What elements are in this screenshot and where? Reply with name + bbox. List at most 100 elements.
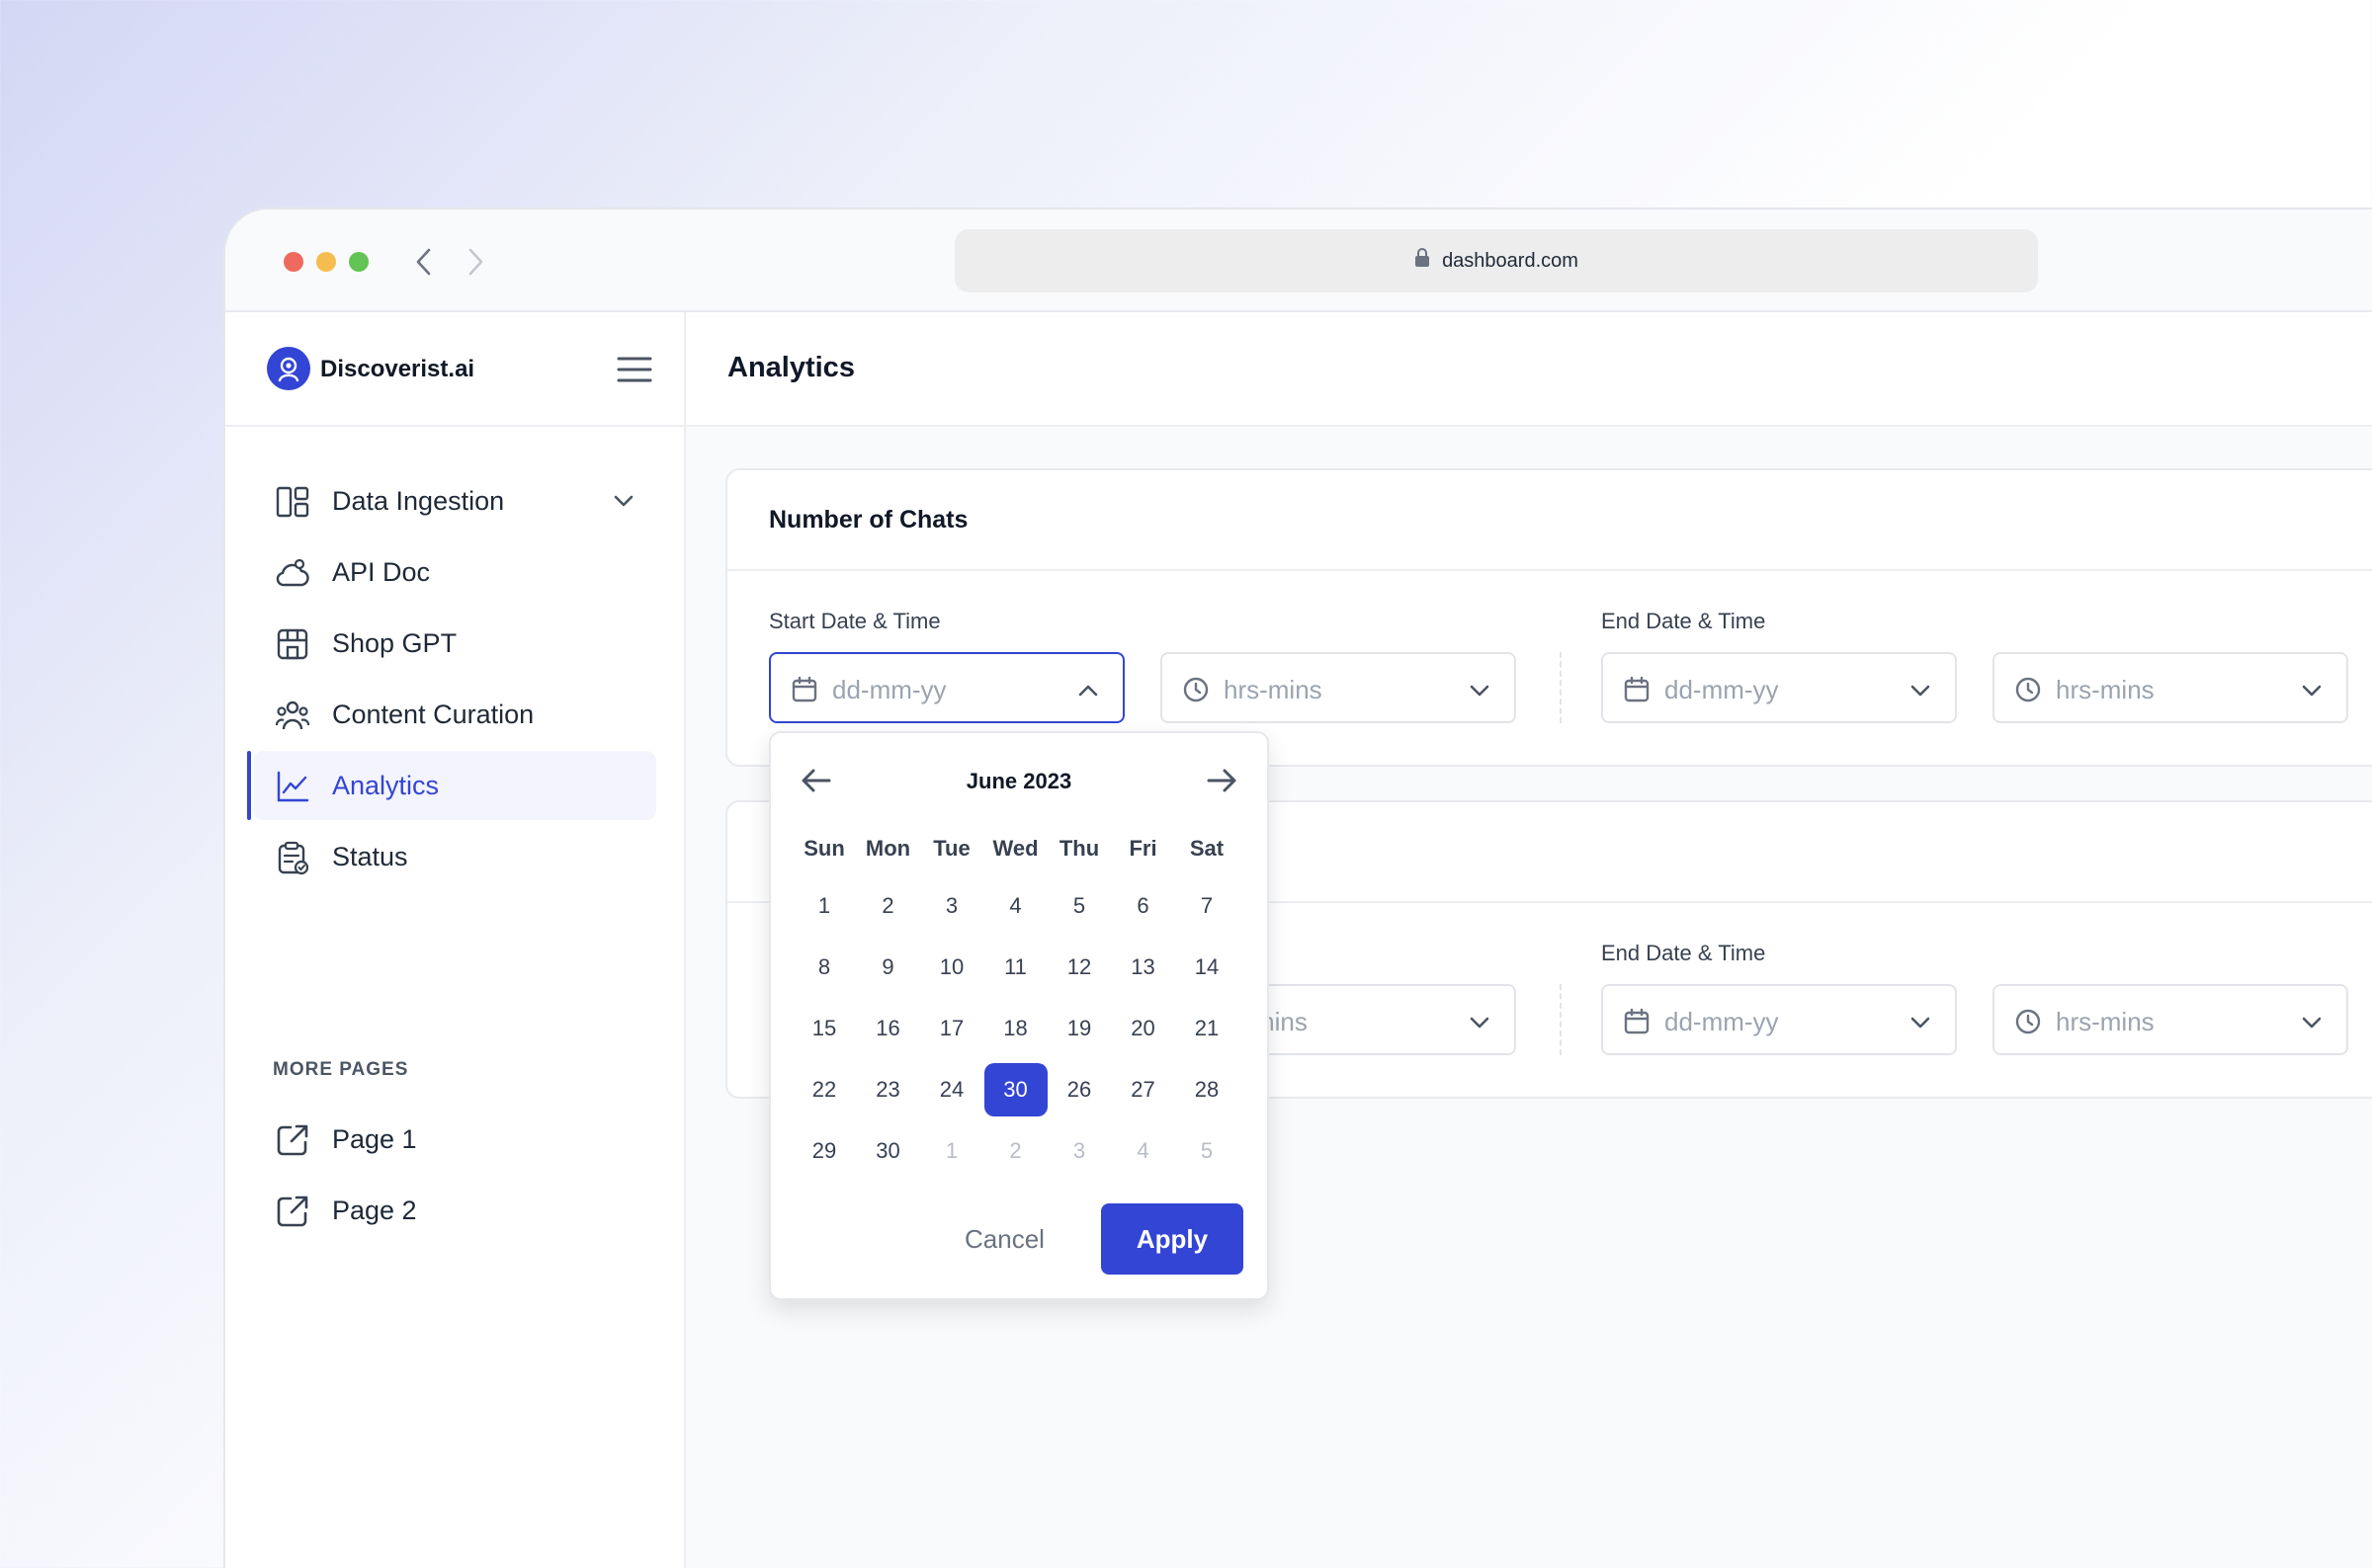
start-time-picker[interactable]: hrs-mins (1160, 652, 1516, 723)
calendar-icon (791, 676, 818, 703)
sidebar: Discoverist.ai Data Ingestion API Doc Sh… (225, 312, 686, 1568)
calendar-day[interactable]: 2 (857, 879, 920, 933)
number-of-chats-card: Number of Chats Start Date & Time End Da… (725, 468, 2372, 767)
start-date-label: Start Date & Time (769, 609, 941, 633)
sidebar-item-analytics[interactable]: Analytics (247, 751, 656, 820)
end-time-placeholder: hrs-mins (2056, 675, 2155, 704)
weekday-label: Thu (1059, 836, 1100, 861)
sidebar-item-content-curation[interactable]: Content Curation (253, 680, 656, 749)
users-icon (275, 698, 310, 733)
end-date-picker[interactable]: dd-mm-yy (1601, 652, 1957, 723)
calendar-day[interactable]: 9 (857, 941, 920, 994)
calendar-day[interactable]: 13 (1112, 941, 1175, 994)
browser-titlebar: dashboard.com (225, 209, 2372, 312)
sidebar-item-data-ingestion[interactable]: Data Ingestion (253, 466, 656, 536)
chevron-down-icon[interactable] (611, 488, 636, 514)
start-date-placeholder: dd-mm-yy (832, 675, 947, 704)
sidebar-item-status[interactable]: Status (253, 822, 656, 891)
minimize-window-button[interactable] (316, 252, 336, 272)
calendar-day[interactable]: 2 (984, 1124, 1048, 1178)
calendar-day[interactable]: 28 (1175, 1063, 1238, 1116)
forward-arrow-icon[interactable] (459, 245, 492, 279)
calendar-day[interactable]: 5 (1175, 1124, 1238, 1178)
sidebar-item-label: Analytics (332, 770, 440, 800)
calendar-day[interactable]: 18 (984, 1002, 1048, 1055)
calendar-day[interactable]: 16 (857, 1002, 920, 1055)
sidebar-item-label: Shop GPT (332, 627, 458, 658)
sidebar-item-label: Page 1 (332, 1123, 417, 1154)
store-icon (275, 626, 310, 662)
calendar-day[interactable]: 6 (1112, 879, 1175, 933)
end-time-picker[interactable]: hrs-mins (1992, 984, 2348, 1055)
sidebar-item-label: Data Ingestion (332, 485, 505, 516)
calendar-day[interactable]: 19 (1048, 1002, 1111, 1055)
weekday-label: Sun (804, 836, 845, 861)
calendar-day[interactable]: 20 (1112, 1002, 1175, 1055)
calendar-month-title: June 2023 (966, 769, 1072, 793)
hamburger-menu-icon[interactable] (617, 353, 652, 386)
page-title: Analytics (727, 352, 855, 383)
card-title: Number of Chats (769, 506, 969, 534)
weekday-label: Sat (1189, 836, 1225, 861)
chevron-down-icon (1907, 678, 1933, 703)
start-date-picker[interactable]: dd-mm-yy (769, 652, 1125, 723)
browser-window: dashboard.com Discoverist.ai Data Ingest… (223, 207, 2372, 1568)
external-link-icon (275, 1122, 310, 1158)
calendar-day[interactable]: 3 (1048, 1124, 1111, 1178)
back-arrow-icon[interactable] (407, 245, 441, 279)
calendar-day[interactable]: 15 (793, 1002, 856, 1055)
cancel-button[interactable]: Cancel (965, 1203, 1045, 1275)
calendar-day[interactable]: 5 (1048, 879, 1111, 933)
calendar-day[interactable]: 17 (920, 1002, 983, 1055)
external-link-icon (275, 1194, 310, 1229)
arrow-right-icon[interactable] (1204, 763, 1239, 798)
sidebar-item-page-2[interactable]: Page 2 (253, 1176, 656, 1245)
close-window-button[interactable] (284, 252, 303, 272)
sidebar-item-label: API Doc (332, 556, 431, 587)
calendar-day[interactable]: 1 (920, 1124, 983, 1178)
calendar-day[interactable]: 14 (1175, 941, 1238, 994)
calendar-day[interactable]: 1 (793, 879, 856, 933)
calendar-day[interactable]: 24 (920, 1063, 983, 1116)
end-date-label: End Date & Time (1601, 609, 1766, 633)
calendar-day[interactable]: 10 (920, 941, 983, 994)
sidebar-item-label: Content Curation (332, 699, 535, 729)
chevron-down-icon (1467, 1010, 1492, 1035)
address-bar[interactable]: dashboard.com (955, 229, 2038, 292)
lock-icon (1414, 248, 1430, 274)
calendar-day[interactable]: 7 (1175, 879, 1238, 933)
calendar-day[interactable]: 30 (983, 1063, 1048, 1116)
end-date-picker[interactable]: dd-mm-yy (1601, 984, 1957, 1055)
calendar-day[interactable]: 22 (793, 1063, 856, 1116)
sidebar-item-page-1[interactable]: Page 1 (253, 1105, 656, 1174)
cloud-gear-icon (275, 555, 310, 591)
calendar-day[interactable]: 11 (984, 941, 1048, 994)
calendar-day[interactable]: 29 (793, 1124, 856, 1178)
weekday-label: Fri (1129, 836, 1157, 861)
apply-button[interactable]: Apply (1101, 1203, 1243, 1275)
calendar-day[interactable]: 27 (1112, 1063, 1175, 1116)
calendar-day[interactable]: 12 (1048, 941, 1111, 994)
calendar-day[interactable]: 4 (1112, 1124, 1175, 1178)
brand-name: Discoverist.ai (320, 356, 475, 382)
calendar-day[interactable]: 21 (1175, 1002, 1238, 1055)
calendar-day[interactable]: 8 (793, 941, 856, 994)
sidebar-item-api-doc[interactable]: API Doc (253, 537, 656, 607)
clipboard-check-icon (275, 840, 310, 875)
card-header: Number of Chats (727, 470, 2372, 571)
chevron-down-icon (1467, 678, 1492, 703)
calendar-day[interactable]: 23 (857, 1063, 920, 1116)
calendar-day[interactable]: 30 (857, 1124, 920, 1178)
end-time-picker[interactable]: hrs-mins (1992, 652, 2348, 723)
calendar-day[interactable]: 26 (1048, 1063, 1111, 1116)
divider (1560, 984, 1562, 1055)
layout-icon (275, 484, 310, 520)
calendar-day[interactable]: 4 (984, 879, 1048, 933)
chart-line-icon (275, 769, 310, 804)
end-date-placeholder: dd-mm-yy (1664, 675, 1779, 704)
brand-row: Discoverist.ai (225, 312, 684, 427)
calendar-day[interactable]: 3 (920, 879, 983, 933)
chevron-down-icon (2299, 1010, 2325, 1035)
sidebar-item-shop-gpt[interactable]: Shop GPT (253, 609, 656, 678)
maximize-window-button[interactable] (349, 252, 369, 272)
